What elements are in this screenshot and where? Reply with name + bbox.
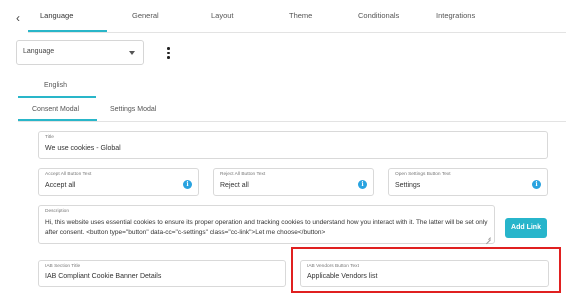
tab-theme[interactable]: Theme xyxy=(289,11,312,20)
description-field-value: Hi, this website uses essential cookies … xyxy=(45,219,488,236)
tab-consent-modal[interactable]: Consent Modal xyxy=(32,106,79,113)
tab-settings-modal[interactable]: Settings Modal xyxy=(110,106,156,113)
tab-general[interactable]: General xyxy=(132,11,159,20)
info-icon[interactable]: i xyxy=(532,180,541,189)
tab-conditionals[interactable]: Conditionals xyxy=(358,11,399,20)
language-tab-english[interactable]: English xyxy=(44,82,67,89)
accept-all-field-label: Accept All Button Text xyxy=(45,172,92,177)
title-field-label: Title xyxy=(45,135,54,140)
info-icon[interactable]: i xyxy=(183,180,192,189)
open-settings-field[interactable]: Open Settings Button Text Settings i xyxy=(388,168,548,196)
tab-integrations[interactable]: Integrations xyxy=(436,11,475,20)
open-settings-field-value: Settings xyxy=(395,182,421,189)
language-select-value: Language xyxy=(23,48,55,55)
language-tab-indicator xyxy=(18,96,96,98)
tab-layout[interactable]: Layout xyxy=(211,11,234,20)
add-link-button[interactable]: Add Link xyxy=(505,218,547,238)
reject-all-field[interactable]: Reject All Button Text Reject all i xyxy=(213,168,374,196)
top-tab-bar: ‹ Language General Layout Theme Conditio… xyxy=(0,0,566,34)
reject-all-field-value: Reject all xyxy=(220,182,249,189)
kebab-vertical-icon[interactable] xyxy=(164,46,172,60)
accept-all-field-value: Accept all xyxy=(45,182,76,189)
chevron-down-icon xyxy=(129,51,135,55)
reject-all-field-label: Reject All Button Text xyxy=(220,172,266,177)
description-field[interactable]: Description Hi, this website uses essent… xyxy=(38,205,495,244)
iab-section-title-value: IAB Compliant Cookie Banner Details xyxy=(45,273,162,280)
highlight-box xyxy=(291,247,561,293)
tab-divider xyxy=(28,32,566,33)
accept-all-field[interactable]: Accept All Button Text Accept all i xyxy=(38,168,199,196)
iab-section-title-field[interactable]: IAB Section Title IAB Compliant Cookie B… xyxy=(38,260,286,287)
modal-tab-divider xyxy=(18,121,566,122)
language-select[interactable]: Language xyxy=(16,40,144,65)
open-settings-field-label: Open Settings Button Text xyxy=(395,172,451,177)
info-icon[interactable]: i xyxy=(358,180,367,189)
description-field-label: Description xyxy=(45,209,69,214)
resize-handle-icon[interactable] xyxy=(486,235,491,240)
title-field[interactable]: Title We use cookies - Global xyxy=(38,131,548,159)
iab-section-title-label: IAB Section Title xyxy=(45,264,81,269)
chevron-left-icon[interactable]: ‹ xyxy=(12,11,24,25)
title-field-value: We use cookies - Global xyxy=(45,145,121,152)
tab-language[interactable]: Language xyxy=(40,11,73,20)
